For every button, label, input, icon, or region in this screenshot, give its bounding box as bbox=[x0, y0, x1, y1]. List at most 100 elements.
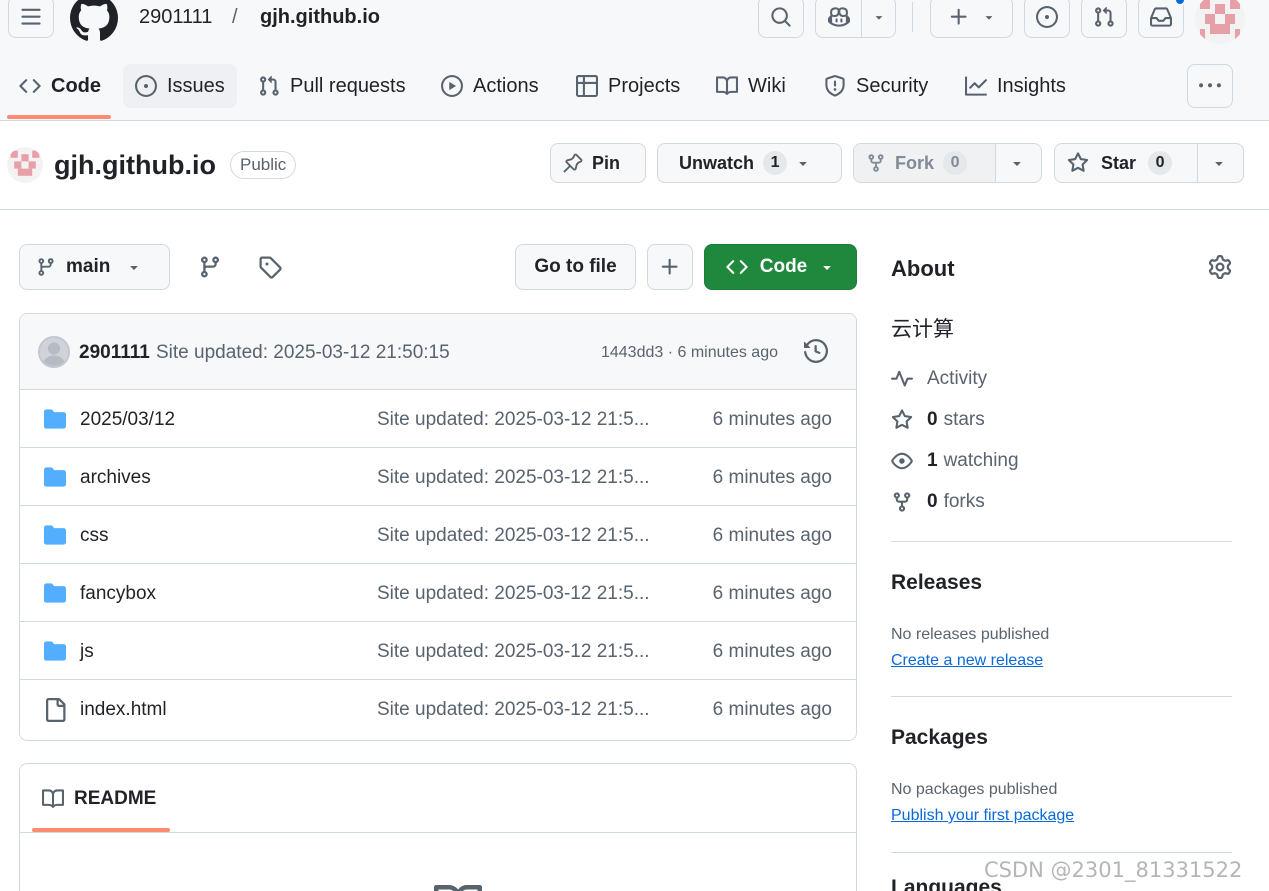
search-button[interactable] bbox=[758, 0, 804, 38]
stars-link[interactable]: 0 stars bbox=[891, 409, 985, 431]
create-new-button[interactable] bbox=[930, 0, 1013, 38]
history-button[interactable] bbox=[804, 339, 828, 363]
readme-header: README bbox=[20, 764, 856, 833]
book-icon bbox=[434, 882, 482, 891]
table-row[interactable]: index.html Site updated: 2025-03-12 21:5… bbox=[20, 680, 856, 738]
caret-down-icon bbox=[1013, 162, 1021, 166]
publish-package-link[interactable]: Publish your first package bbox=[891, 807, 1074, 825]
table-row[interactable]: fancybox Site updated: 2025-03-12 21:5..… bbox=[20, 564, 856, 622]
releases-heading[interactable]: Releases bbox=[891, 571, 982, 595]
edit-about-button[interactable] bbox=[1208, 255, 1232, 279]
tab-code[interactable]: Code bbox=[7, 64, 113, 108]
menu-button[interactable] bbox=[8, 0, 54, 38]
star-label: Star bbox=[1101, 152, 1137, 173]
branches-link[interactable] bbox=[198, 255, 222, 279]
inbox-icon bbox=[1150, 7, 1172, 27]
star-icon bbox=[1067, 152, 1089, 172]
stars-label: stars bbox=[943, 409, 985, 430]
tab-label: Projects bbox=[608, 74, 681, 97]
copilot-icon bbox=[827, 7, 850, 27]
file-commit-message[interactable]: Site updated: 2025-03-12 21:5... bbox=[377, 583, 650, 605]
commit-meta[interactable]: 1443dd3 · 6 minutes ago bbox=[601, 344, 778, 362]
file-icon bbox=[46, 698, 66, 722]
table-row[interactable]: 2025/03/12 Site updated: 2025-03-12 21:5… bbox=[20, 390, 856, 448]
file-commit-message[interactable]: Site updated: 2025-03-12 21:5... bbox=[377, 409, 650, 431]
branch-name: main bbox=[66, 256, 111, 277]
breadcrumb-separator: / bbox=[232, 6, 238, 28]
watch-button[interactable]: Unwatch 1 bbox=[657, 143, 842, 183]
issue-icon bbox=[1036, 6, 1058, 28]
file-name[interactable]: js bbox=[80, 641, 94, 663]
table-row[interactable]: archives Site updated: 2025-03-12 21:5..… bbox=[20, 448, 856, 506]
breadcrumb-owner[interactable]: 2901111 bbox=[139, 6, 212, 29]
file-name[interactable]: archives bbox=[80, 467, 151, 489]
readme-tab[interactable]: README bbox=[42, 788, 156, 810]
file-name[interactable]: index.html bbox=[80, 699, 167, 721]
tags-link[interactable] bbox=[258, 255, 282, 279]
file-name[interactable]: fancybox bbox=[80, 583, 156, 605]
pin-button[interactable]: Pin bbox=[550, 143, 646, 183]
commit-author[interactable]: 2901111 bbox=[79, 342, 150, 364]
star-button[interactable]: Star 0 bbox=[1054, 143, 1244, 183]
releases-note: No releases published bbox=[891, 626, 1050, 643]
file-name[interactable]: css bbox=[80, 525, 109, 547]
caret-down-icon bbox=[875, 16, 882, 20]
tab-label: Insights bbox=[997, 74, 1066, 97]
file-commit-message[interactable]: Site updated: 2025-03-12 21:5... bbox=[377, 699, 650, 721]
readme-label: README bbox=[74, 788, 157, 809]
kebab-horizontal-icon bbox=[1199, 83, 1221, 88]
tab-label: Code bbox=[51, 74, 101, 97]
file-commit-message[interactable]: Site updated: 2025-03-12 21:5... bbox=[377, 641, 650, 663]
tab-wiki[interactable]: Wiki bbox=[704, 64, 798, 108]
go-to-file-button[interactable]: Go to file bbox=[515, 244, 636, 290]
more-tabs-button[interactable] bbox=[1187, 64, 1233, 108]
history-icon bbox=[804, 339, 828, 363]
graph-icon bbox=[965, 76, 987, 96]
header-issues-button[interactable] bbox=[1024, 0, 1070, 38]
tab-security[interactable]: Security bbox=[812, 64, 940, 108]
branch-selector[interactable]: main bbox=[19, 244, 170, 290]
code-dropdown-button[interactable]: Code bbox=[704, 244, 857, 290]
github-logo-icon[interactable] bbox=[70, 0, 118, 42]
pull-request-icon bbox=[1095, 6, 1114, 27]
header-pull-requests-button[interactable] bbox=[1081, 0, 1127, 38]
tab-issues[interactable]: Issues bbox=[123, 64, 237, 108]
copilot-button[interactable] bbox=[815, 0, 896, 38]
create-release-link[interactable]: Create a new release bbox=[891, 652, 1043, 670]
watching-link[interactable]: 1 watching bbox=[891, 450, 1019, 472]
fork-button[interactable]: Fork 0 bbox=[853, 143, 1042, 183]
table-row[interactable]: css Site updated: 2025-03-12 21:5... 6 m… bbox=[20, 506, 856, 564]
search-icon bbox=[771, 7, 791, 27]
caret-down-icon bbox=[799, 162, 807, 166]
packages-heading[interactable]: Packages bbox=[891, 726, 988, 750]
sidebar-divider bbox=[891, 852, 1232, 853]
tab-actions[interactable]: Actions bbox=[429, 64, 551, 108]
file-list: 2901111 Site updated: 2025-03-12 21:50:1… bbox=[19, 313, 857, 741]
activity-link[interactable]: Activity bbox=[891, 368, 987, 390]
commit-message[interactable]: Site updated: 2025-03-12 21:50:15 bbox=[156, 342, 450, 364]
file-name[interactable]: 2025/03/12 bbox=[80, 409, 175, 431]
global-header: 2901111 / gjh.github.io Code Issues Pull… bbox=[0, 0, 1269, 121]
fork-icon bbox=[893, 492, 911, 512]
pin-icon bbox=[563, 153, 583, 173]
add-file-button[interactable] bbox=[647, 244, 693, 290]
forks-link[interactable]: 0 forks bbox=[891, 491, 985, 513]
eye-icon bbox=[891, 452, 913, 470]
repo-name[interactable]: gjh.github.io bbox=[54, 150, 216, 181]
file-commit-message[interactable]: Site updated: 2025-03-12 21:5... bbox=[377, 467, 650, 489]
tab-insights[interactable]: Insights bbox=[953, 64, 1078, 108]
file-commit-message[interactable]: Site updated: 2025-03-12 21:5... bbox=[377, 525, 650, 547]
folder-icon bbox=[44, 525, 66, 545]
table-row[interactable]: js Site updated: 2025-03-12 21:5... 6 mi… bbox=[20, 622, 856, 680]
repo-owner-avatar[interactable] bbox=[7, 147, 43, 183]
branch-icon bbox=[38, 258, 54, 276]
tab-pull-requests[interactable]: Pull requests bbox=[246, 64, 418, 108]
tab-label: Issues bbox=[167, 74, 225, 97]
commit-author-avatar[interactable] bbox=[38, 336, 70, 368]
branch-icon bbox=[200, 256, 219, 278]
breadcrumb-repo[interactable]: gjh.github.io bbox=[260, 6, 380, 29]
active-tab-underline bbox=[7, 115, 111, 119]
tab-projects[interactable]: Projects bbox=[564, 64, 692, 108]
caret-down-icon bbox=[130, 266, 139, 270]
user-avatar[interactable] bbox=[1195, 0, 1245, 44]
